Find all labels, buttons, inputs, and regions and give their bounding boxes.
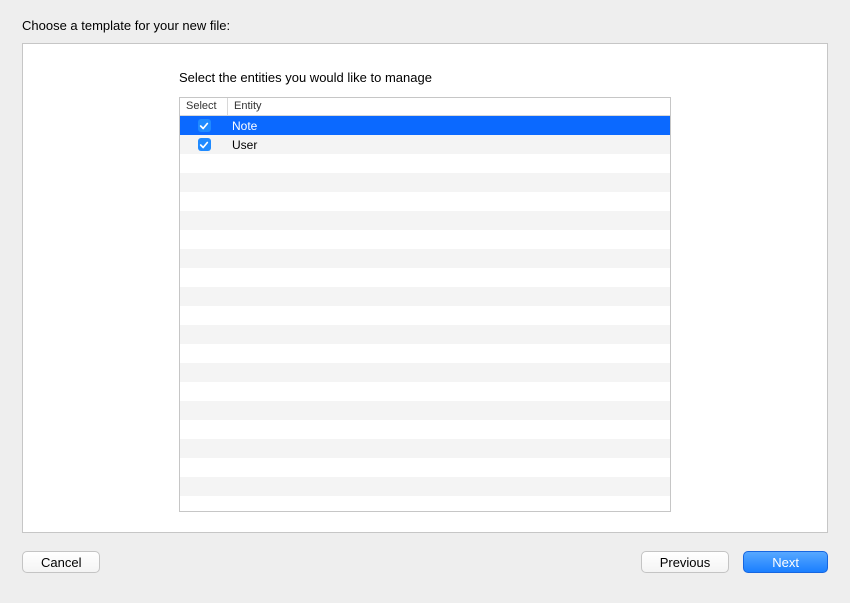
cell-entity: Note: [228, 119, 670, 133]
panel-subtitle: Select the entities you would like to ma…: [179, 70, 671, 85]
table-row-empty: [180, 439, 670, 458]
next-button[interactable]: Next: [743, 551, 828, 573]
checkbox[interactable]: [198, 138, 211, 151]
table-row-empty: [180, 363, 670, 382]
cell-select: [180, 138, 228, 151]
table-row-empty: [180, 496, 670, 511]
table-row[interactable]: Note: [180, 116, 670, 135]
previous-button[interactable]: Previous: [641, 551, 730, 573]
table-row-empty: [180, 268, 670, 287]
table-row-empty: [180, 477, 670, 496]
table-row-empty: [180, 249, 670, 268]
table-row-empty: [180, 287, 670, 306]
table-row-empty: [180, 211, 670, 230]
table-row-empty: [180, 230, 670, 249]
table-body: Note User: [180, 116, 670, 511]
wizard-frame: Select the entities you would like to ma…: [22, 43, 828, 533]
entities-table: Select Entity Note User: [179, 97, 671, 512]
table-row-empty: [180, 401, 670, 420]
table-row-empty: [180, 173, 670, 192]
column-header-select[interactable]: Select: [180, 98, 228, 115]
cell-entity: User: [228, 138, 670, 152]
column-header-entity[interactable]: Entity: [228, 98, 670, 115]
table-row[interactable]: User: [180, 135, 670, 154]
table-row-empty: [180, 306, 670, 325]
table-row-empty: [180, 344, 670, 363]
table-row-empty: [180, 382, 670, 401]
table-header: Select Entity: [180, 98, 670, 116]
footer-bar: Cancel Previous Next: [22, 551, 828, 573]
table-row-empty: [180, 325, 670, 344]
table-row-empty: [180, 458, 670, 477]
cancel-button[interactable]: Cancel: [22, 551, 100, 573]
table-row-empty: [180, 154, 670, 173]
checkbox[interactable]: [198, 119, 211, 132]
table-row-empty: [180, 192, 670, 211]
cell-select: [180, 119, 228, 132]
table-row-empty: [180, 420, 670, 439]
page-title: Choose a template for your new file:: [22, 18, 828, 33]
